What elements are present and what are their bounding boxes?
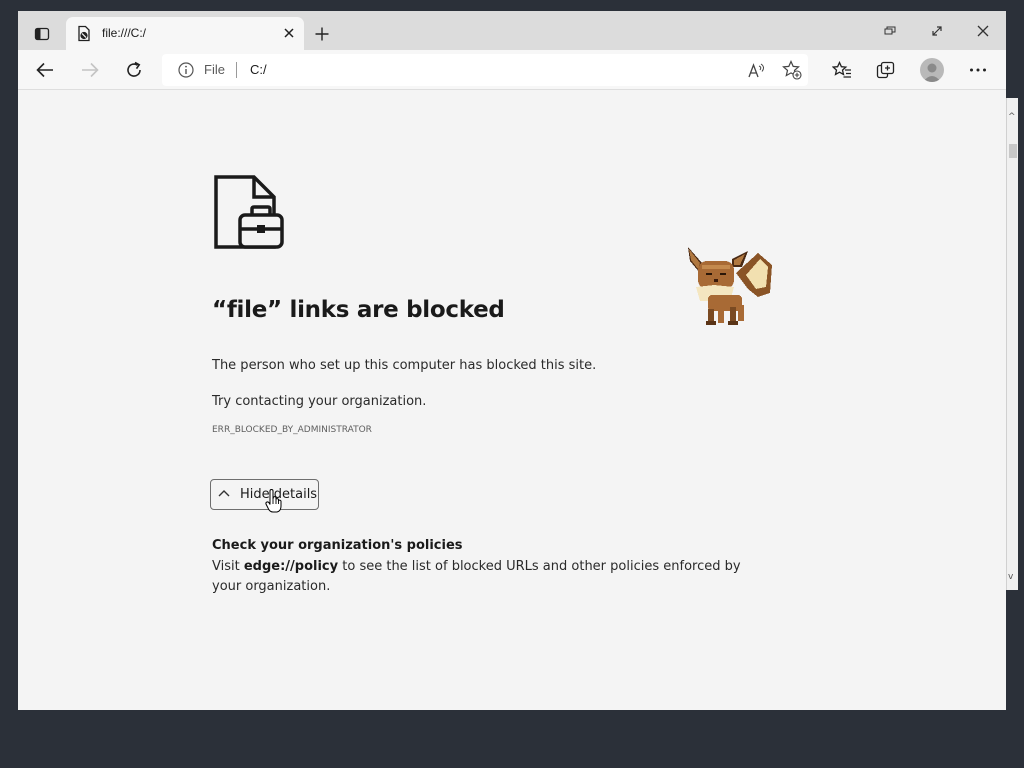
collections-button[interactable] (871, 56, 901, 84)
policy-description: Visit edge://policy to see the list of b… (212, 557, 772, 597)
url-text[interactable]: C:/ (250, 62, 267, 77)
policy-prefix: Visit (212, 559, 244, 574)
restore-button[interactable] (874, 19, 906, 43)
tab-actions-icon (34, 27, 50, 41)
more-button[interactable] (963, 56, 993, 84)
close-icon (977, 25, 989, 37)
add-favorite-button[interactable] (780, 59, 804, 81)
add-favorite-icon (782, 60, 802, 80)
eevee-mascot-image (688, 247, 772, 325)
active-tab[interactable]: file:///C:/ (66, 17, 304, 50)
collections-icon (876, 61, 895, 79)
profile-icon (923, 63, 941, 82)
read-aloud-icon (748, 63, 764, 78)
tab-title: file:///C:/ (102, 26, 147, 40)
error-code: ERR_BLOCKED_BY_ADMINISTRATOR (212, 425, 372, 435)
tab-strip: file:///C:/ (18, 11, 1006, 50)
hand-cursor-icon (265, 489, 282, 513)
favorites-button[interactable] (827, 56, 857, 84)
plus-icon (315, 27, 329, 41)
close-window-button[interactable] (967, 19, 999, 43)
more-icon (970, 68, 986, 72)
contact-suggestion: Try contacting your organization. (212, 394, 427, 409)
page-title: “file” links are blocked (212, 297, 505, 323)
forward-button[interactable] (75, 56, 105, 84)
back-button[interactable] (30, 56, 60, 84)
browser-window: file:///C:/ File C:/ “file” links are bl… (18, 11, 1006, 710)
address-divider (236, 62, 237, 78)
tab-actions-button[interactable] (26, 20, 58, 48)
policy-heading: Check your organization's policies (212, 538, 463, 553)
chevron-up-icon (218, 490, 230, 497)
maximize-icon (932, 26, 942, 36)
blocked-document-icon (214, 175, 284, 249)
navigation-toolbar: File C:/ (18, 50, 1006, 90)
info-icon[interactable] (178, 62, 194, 78)
read-aloud-button[interactable] (746, 60, 768, 82)
scroll-up-arrow-icon: ^ (1008, 112, 1016, 122)
profile-avatar[interactable] (920, 58, 944, 82)
back-arrow-icon (36, 62, 53, 78)
forward-arrow-icon (82, 62, 99, 78)
scrollbar-thumb[interactable] (1009, 144, 1017, 158)
scroll-down-arrow-icon: v (1008, 572, 1014, 582)
maximize-button[interactable] (921, 19, 953, 43)
favorites-icon (832, 61, 851, 78)
new-tab-button[interactable] (310, 22, 334, 46)
address-bar[interactable]: File C:/ (162, 54, 808, 86)
site-scheme-label: File (204, 62, 225, 77)
policy-link[interactable]: edge://policy (244, 559, 338, 574)
restore-icon (884, 26, 896, 35)
blocked-file-icon (78, 25, 90, 42)
refresh-button[interactable] (119, 56, 149, 84)
refresh-icon (127, 61, 141, 77)
background-window-edge: ^ v (1006, 98, 1018, 590)
tab-close-button[interactable] (278, 22, 300, 44)
page-content: “file” links are blocked The person who … (18, 91, 1006, 710)
close-icon (284, 28, 294, 38)
blocked-description: The person who set up this computer has … (212, 358, 597, 373)
